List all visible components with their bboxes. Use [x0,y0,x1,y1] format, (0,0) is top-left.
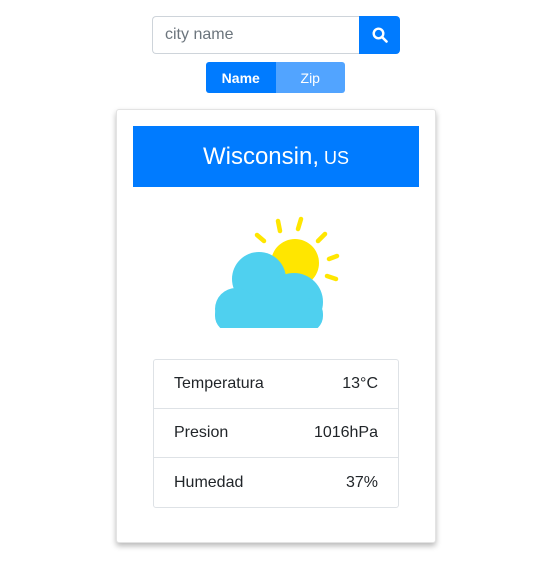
city-name: Wisconsin, [202,142,319,170]
search-icon [371,27,388,43]
search-mode-toggle: Name Zip [206,62,345,93]
row-value: 37% [345,473,378,491]
search-bar [152,16,400,54]
row-value: 1016hPa [313,424,378,441]
partly-cloudy-icon [215,216,340,328]
search-by-name-button[interactable]: Name [206,62,276,93]
search-by-zip-button[interactable]: Zip [275,62,345,93]
pressure-row: Presion 1016hPa [154,409,398,458]
search-button[interactable] [359,16,400,54]
temperature-row: Temperatura 13°C [154,360,398,409]
row-label: Presion [174,424,229,441]
city-search-input[interactable] [152,16,359,54]
weather-details: Temperatura 13°C Presion 1016hPa Humedad… [153,359,399,508]
country-code: US [324,148,350,168]
weather-card: Wisconsin, US Temperatura 13°C Presion 1… [116,109,436,543]
weather-app: Name Zip Wisconsin, US [0,0,535,587]
row-value: 13°C [342,375,378,392]
card-header: Wisconsin, US [133,126,419,187]
humidity-row: Humedad 37% [154,458,398,507]
row-label: Humedad [174,473,244,491]
row-label: Temperatura [174,375,264,392]
